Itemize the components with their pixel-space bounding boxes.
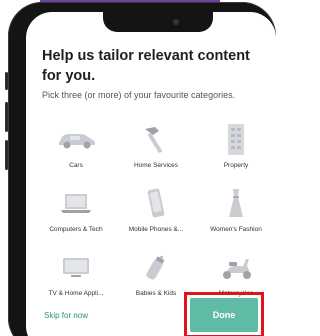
- phone-notch: [103, 12, 213, 32]
- category-label: Cars: [69, 162, 83, 169]
- screenshot-stage: Help us tailor relevant content for you.…: [0, 0, 285, 336]
- car-icon: [53, 122, 99, 156]
- phone-side-button: [5, 72, 8, 90]
- scooter-icon: [213, 250, 259, 284]
- category-item-property[interactable]: Property: [196, 122, 276, 186]
- skip-link[interactable]: Skip for now: [44, 311, 88, 320]
- category-label: Home Services: [133, 162, 179, 169]
- prompt-header: Help us tailor relevant content for you.…: [42, 46, 266, 100]
- hammer-icon: [133, 122, 179, 156]
- action-footer: Skip for now Done: [26, 292, 276, 336]
- category-label: Property: [223, 162, 249, 169]
- baby-bottle-icon: [133, 250, 179, 284]
- tv-icon: [53, 250, 99, 284]
- category-grid: Cars Home Services Property Computers & …: [36, 122, 276, 314]
- category-item-home-services[interactable]: Home Services: [116, 122, 196, 186]
- phone-icon: [133, 186, 179, 220]
- category-item-mobile-phones[interactable]: Mobile Phones &...: [116, 186, 196, 250]
- phone-frame: Help us tailor relevant content for you.…: [5, 2, 276, 336]
- category-item-computers-tech[interactable]: Computers & Tech: [36, 186, 116, 250]
- dress-icon: [213, 186, 259, 220]
- camera-icon: [173, 19, 179, 25]
- phone-volume-down-button: [5, 140, 8, 170]
- done-button[interactable]: Done: [190, 298, 258, 332]
- category-label: Mobile Phones &...: [128, 226, 184, 233]
- category-label: Women's Fashion: [210, 226, 262, 233]
- phone-volume-up-button: [5, 102, 8, 132]
- building-icon: [213, 122, 259, 156]
- phone-screen: Help us tailor relevant content for you.…: [26, 12, 276, 336]
- laptop-icon: [53, 186, 99, 220]
- category-label: Computers & Tech: [49, 226, 103, 233]
- category-item-womens-fashion[interactable]: Women's Fashion: [196, 186, 276, 250]
- page-subtitle: Pick three (or more) of your favourite c…: [42, 90, 236, 100]
- page-title: Help us tailor relevant content for you.: [42, 48, 250, 84]
- category-item-cars[interactable]: Cars: [36, 122, 116, 186]
